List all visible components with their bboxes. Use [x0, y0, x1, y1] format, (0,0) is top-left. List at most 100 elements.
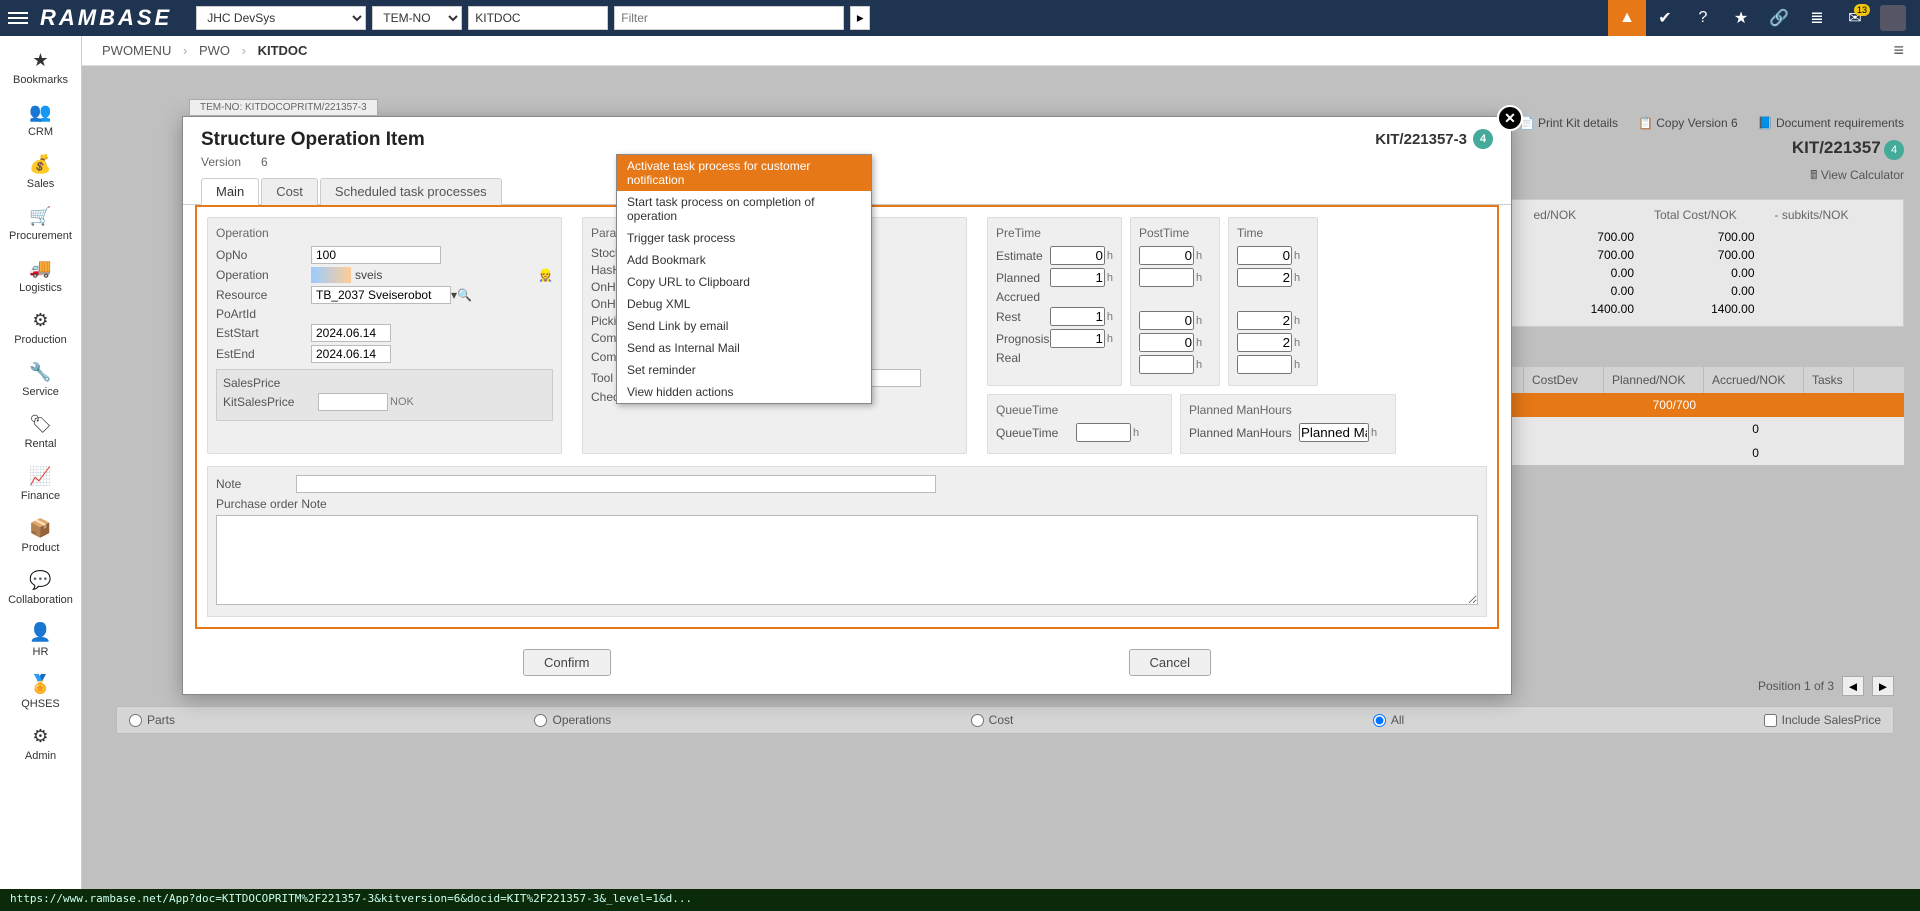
sidebar-item-qhses[interactable]: 🏅QHSES — [0, 666, 81, 718]
tab-main[interactable]: Main — [201, 178, 259, 205]
tab-scheduled[interactable]: Scheduled task processes — [320, 178, 502, 205]
sidebar-item-service[interactable]: 🔧 Service — [0, 354, 81, 406]
view-filter-row: Parts Operations Cost All Include SalesP… — [116, 706, 1894, 734]
print-kit-link[interactable]: 📄 Print Kit details — [1520, 116, 1618, 130]
search-icon[interactable]: 🔍 — [457, 288, 472, 302]
copy-version-link[interactable]: 📋 Copy Version 6 — [1638, 116, 1738, 130]
resource-input[interactable] — [311, 286, 451, 304]
time-estimate-input[interactable] — [1237, 246, 1292, 265]
context-menu-item[interactable]: Debug XML — [617, 293, 871, 315]
doc-req-link[interactable]: 📘 Document requirements — [1758, 116, 1904, 130]
sidebar-item-hr[interactable]: 👤HR — [0, 614, 81, 666]
mail-icon[interactable]: ✉13 — [1836, 0, 1874, 36]
pre-estimate-input[interactable] — [1050, 246, 1105, 265]
filter-input[interactable] — [614, 6, 844, 30]
manhours-input[interactable] — [1299, 423, 1369, 442]
radio-parts[interactable]: Parts — [129, 713, 175, 727]
alert-icon[interactable]: ▲ — [1608, 0, 1646, 36]
time-rest-input[interactable] — [1237, 311, 1292, 330]
sidebar-item-procurement[interactable]: 🛒Procurement — [0, 198, 81, 250]
operation-pick-icon[interactable]: 👷 — [538, 268, 553, 282]
context-menu-item[interactable]: Send Link by email — [617, 315, 871, 337]
menu-toggle-icon[interactable] — [8, 9, 28, 27]
ponote-textarea[interactable] — [216, 515, 1478, 605]
manhours-section: Planned ManHours Planned ManHoursh — [1180, 394, 1396, 454]
tab-cost[interactable]: Cost — [261, 178, 318, 205]
modal-close-button[interactable]: ✕ — [1497, 105, 1523, 131]
sidebar-item-finance[interactable]: 📈Finance — [0, 458, 81, 510]
context-menu-item[interactable]: Start task process on completion of oper… — [617, 191, 871, 227]
context-menu-item[interactable]: Activate task process for customer notif… — [617, 155, 871, 191]
eststart-input[interactable] — [311, 324, 391, 342]
time-real-input[interactable] — [1237, 355, 1292, 374]
crumb[interactable]: PWOMENU — [102, 43, 171, 58]
sidebar-item-sales[interactable]: 💰Sales — [0, 146, 81, 198]
nav-icon: 🔧 — [29, 362, 51, 383]
pager-next-button[interactable]: ► — [1872, 676, 1894, 696]
nav-label: Service — [22, 386, 59, 398]
crumb[interactable]: PWO — [199, 43, 230, 58]
pre-prognosis-input[interactable] — [1050, 329, 1105, 348]
list-icon[interactable]: ≣ — [1798, 0, 1836, 36]
version-value: 6 — [261, 155, 268, 169]
opno-input[interactable] — [311, 246, 441, 264]
confirm-button[interactable]: Confirm — [523, 649, 611, 676]
sidebar-item-production[interactable]: ⚙Production — [0, 302, 81, 354]
kitsalesprice-input[interactable] — [318, 393, 388, 411]
tem-select[interactable]: TEM-NO — [372, 6, 462, 30]
sidebar-item-product[interactable]: 📦Product — [0, 510, 81, 562]
estend-input[interactable] — [311, 345, 391, 363]
radio-cost[interactable]: Cost — [971, 713, 1014, 727]
context-menu-item[interactable]: Send as Internal Mail — [617, 337, 871, 359]
nav-icon: ⚙ — [32, 310, 48, 331]
user-avatar[interactable] — [1880, 5, 1906, 31]
app-logo: RAMBASE — [40, 5, 172, 31]
queuetime-input[interactable] — [1076, 423, 1131, 442]
help-icon[interactable]: ? — [1684, 0, 1722, 36]
time-prognosis-input[interactable] — [1237, 333, 1292, 352]
sidebar-item-admin[interactable]: ⚙Admin — [0, 718, 81, 770]
queuetime-section: QueueTime QueueTimeh — [987, 394, 1172, 454]
post-prognosis-input[interactable] — [1139, 333, 1194, 352]
context-menu-item[interactable]: Copy URL to Clipboard — [617, 271, 871, 293]
sidebar-item-rental[interactable]: 🏷Rental — [0, 406, 81, 458]
sidebar-item-collaboration[interactable]: 💬Collaboration — [0, 562, 81, 614]
star-icon[interactable]: ★ — [1722, 0, 1760, 36]
context-menu-item[interactable]: Add Bookmark — [617, 249, 871, 271]
main-area: PWOMENU › PWO › KITDOC ≡ 📄 Print Kit det… — [82, 36, 1920, 911]
sidebar-item-crm[interactable]: 👥CRM — [0, 94, 81, 146]
sidebar-item-bookmarks[interactable]: ★Bookmarks — [0, 42, 81, 94]
pre-rest-input[interactable] — [1050, 307, 1105, 326]
modal-title: Structure Operation Item — [201, 129, 425, 151]
company-select[interactable]: JHC DevSys — [196, 6, 366, 30]
kitdoc-input[interactable] — [468, 6, 608, 30]
page-menu-icon[interactable]: ≡ — [1893, 40, 1904, 61]
radio-all[interactable]: All — [1373, 713, 1404, 727]
notes-section: Note Purchase order Note — [207, 466, 1487, 617]
context-menu-item[interactable]: View hidden actions — [617, 381, 871, 403]
cancel-button[interactable]: Cancel — [1129, 649, 1211, 676]
pre-planned-input[interactable] — [1050, 268, 1105, 287]
pager-prev-button[interactable]: ◄ — [1842, 676, 1864, 696]
nav-icon: 🛒 — [29, 206, 51, 227]
post-estimate-input[interactable] — [1139, 246, 1194, 265]
time-planned-input[interactable] — [1237, 268, 1292, 287]
modal-tab-label[interactable]: TEM-NO: KITDOCOPRITM/221357-3 — [189, 99, 378, 115]
nav-label: Sales — [27, 178, 55, 190]
link-icon[interactable]: 🔗 — [1760, 0, 1798, 36]
nav-icon: ★ — [32, 50, 48, 71]
modal-doc-id: KIT/221357-3 — [1375, 131, 1467, 148]
checkbox-include-salesprice[interactable]: Include SalesPrice — [1764, 713, 1881, 727]
post-rest-input[interactable] — [1139, 311, 1194, 330]
filter-go-button[interactable]: ▸ — [850, 6, 870, 30]
note-input[interactable] — [296, 475, 936, 493]
nav-label: Logistics — [19, 282, 62, 294]
context-menu-item[interactable]: Trigger task process — [617, 227, 871, 249]
post-real-input[interactable] — [1139, 355, 1194, 374]
post-planned-input[interactable] — [1139, 268, 1194, 287]
nav-label: CRM — [28, 126, 53, 138]
context-menu-item[interactable]: Set reminder — [617, 359, 871, 381]
sidebar-item-logistics[interactable]: 🚚Logistics — [0, 250, 81, 302]
check-icon[interactable]: ✔ — [1646, 0, 1684, 36]
radio-operations[interactable]: Operations — [534, 713, 611, 727]
